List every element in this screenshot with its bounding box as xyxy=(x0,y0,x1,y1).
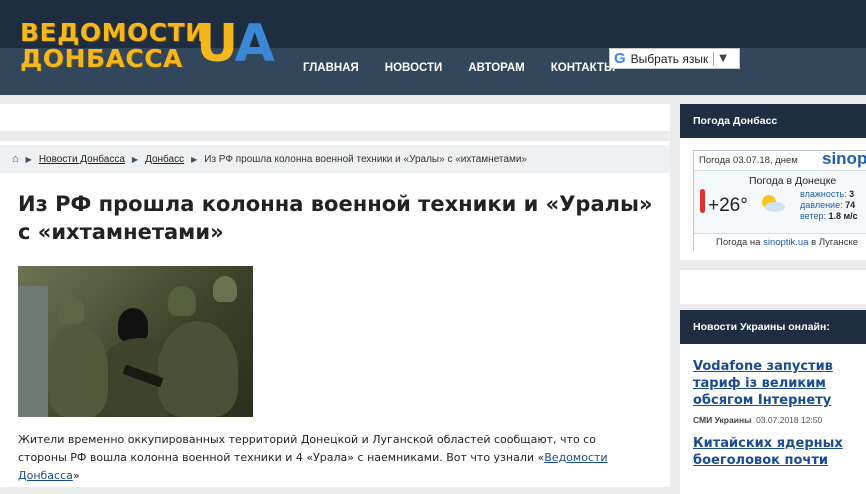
news-item-meta: СМИ Украины 03.07.2018 12:50 xyxy=(693,415,823,425)
article-lead: Жители временно оккупированных территори… xyxy=(18,433,608,482)
sinoptik-link[interactable]: sinoptik.ua xyxy=(763,237,808,248)
breadcrumb-arrow-icon: ▶ xyxy=(131,154,139,164)
breadcrumb-arrow-icon: ▶ xyxy=(191,154,198,164)
breadcrumb-current: Из РФ прошла колонна военной техники и «… xyxy=(204,153,527,165)
article-title: Из РФ прошла колонна военной техники и «… xyxy=(18,192,653,244)
breadcrumb: ⌂ ▶ Новости Донбасса ▶ Донбасс ▶ Из РФ п… xyxy=(0,145,670,173)
logo-line-1: ВЕДОМОСТИ xyxy=(20,18,207,47)
weather-temperature: +26° xyxy=(708,195,748,216)
google-translate-select[interactable]: G Выбрать язык ▼ xyxy=(609,48,740,69)
weather-city: Погода в Донецке xyxy=(749,175,837,187)
article-photo[interactable] xyxy=(18,266,253,417)
breadcrumb-item-news[interactable]: Новости Донбасса xyxy=(39,154,125,165)
weather-card[interactable]: Погода 03.07.18, днем sinop Погода в Дон… xyxy=(693,149,866,251)
nav-item-home[interactable]: ГЛАВНАЯ xyxy=(303,62,359,74)
site-logo[interactable]: ВЕДОМОСТИ ДОНБАССА UA xyxy=(20,10,290,80)
translate-label: Выбрать язык xyxy=(630,51,709,66)
google-icon: G xyxy=(614,50,626,67)
weather-stats: влажность: 3 давление: 74 ветер: 1.8 м/с xyxy=(800,189,858,221)
weather-widget: Погода 03.07.18, днем sinop Погода в Дон… xyxy=(680,138,866,260)
nav-item-authors[interactable]: АВТОРАМ xyxy=(468,62,524,74)
sidebar-blank-block xyxy=(680,270,866,304)
thermometer-icon xyxy=(700,189,705,213)
weather-widget-title: Погода Донбасс xyxy=(680,104,866,138)
news-item-link[interactable]: Китайских ядерных боеголовок почти xyxy=(693,435,866,469)
weather-footer: Погода на sinoptik.ua в Луганске xyxy=(694,233,866,251)
content-divider xyxy=(0,131,670,141)
nav-item-news[interactable]: НОВОСТИ xyxy=(385,62,443,74)
sidebar: Погода Донбасс Погода 03.07.18, днем sin… xyxy=(680,104,866,494)
sinoptik-logo: sinop xyxy=(822,149,866,168)
logo-ua-mark: UA xyxy=(196,14,275,74)
main-content: ⌂ ▶ Новости Донбасса ▶ Донбасс ▶ Из РФ п… xyxy=(0,104,670,487)
home-icon[interactable]: ⌂ xyxy=(12,153,19,165)
breadcrumb-arrow-icon: ▶ xyxy=(25,154,32,164)
logo-line-2: ДОНБАССА xyxy=(20,44,183,73)
news-widget-title: Новости Украины онлайн: xyxy=(680,310,866,344)
translate-divider xyxy=(713,51,715,66)
site-header: ВЕДОМОСТИ ДОНБАССА UA ГЛАВНАЯ НОВОСТИ АВ… xyxy=(0,0,866,95)
nav-item-contacts[interactable]: КОНТАКТЫ xyxy=(551,62,615,74)
breadcrumb-item-donbass[interactable]: Донбасс xyxy=(145,154,184,165)
main-nav: ГЛАВНАЯ НОВОСТИ АВТОРАМ КОНТАКТЫ xyxy=(290,62,628,74)
chevron-down-icon: ▼ xyxy=(719,53,727,64)
partly-cloudy-icon xyxy=(762,195,785,212)
news-item-link[interactable]: Vodafone запустив тариф із великим обсяг… xyxy=(693,358,866,409)
news-widget: Vodafone запустив тариф із великим обсяг… xyxy=(680,344,866,494)
